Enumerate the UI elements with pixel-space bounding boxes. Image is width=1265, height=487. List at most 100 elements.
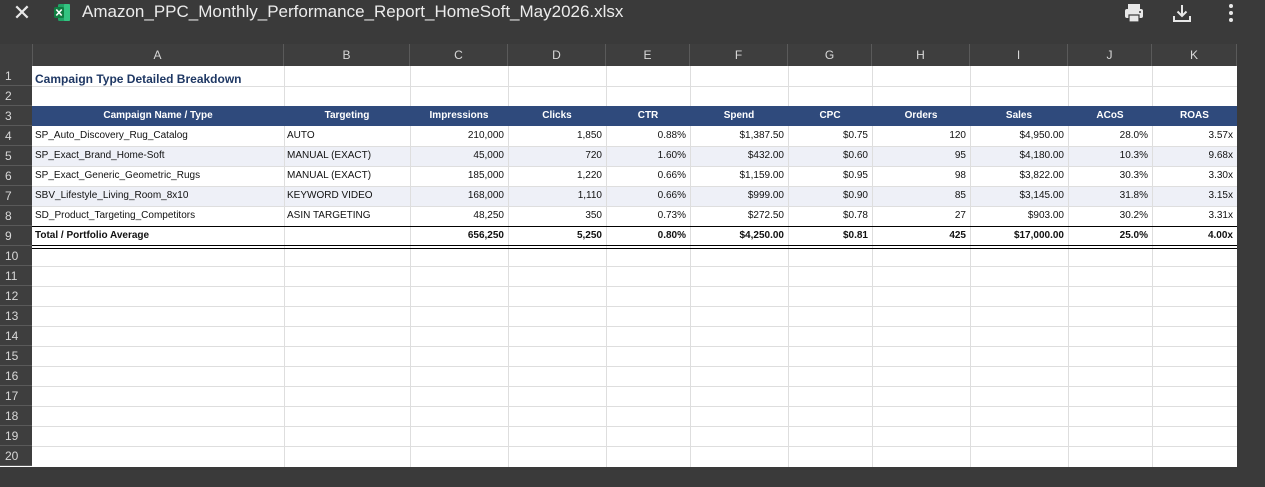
cell-roas[interactable]: 3.30x [1152, 166, 1237, 186]
cell-cpc[interactable]: $0.90 [788, 186, 872, 206]
column-header-b[interactable]: B [284, 44, 410, 66]
row-header-6[interactable]: 6 [0, 166, 32, 186]
cell-acos[interactable]: 31.8% [1068, 186, 1152, 206]
cell-campaign[interactable]: SP_Exact_Generic_Geometric_Rugs [32, 166, 284, 186]
close-icon[interactable]: ✕ [10, 2, 34, 26]
cell-ctr[interactable]: 0.66% [606, 186, 690, 206]
cell-orders[interactable]: 95 [872, 146, 970, 166]
spreadsheet-grid[interactable]: A B C D E F G H I J K 1 2 3 4 5 6 7 8 9 … [0, 44, 1237, 467]
cell-sales[interactable]: $903.00 [970, 206, 1068, 226]
cell-spend[interactable]: $1,159.00 [690, 166, 788, 186]
cell-sales[interactable]: $3,822.00 [970, 166, 1068, 186]
row-header-5[interactable]: 5 [0, 146, 32, 166]
cell-cpc[interactable]: $0.75 [788, 126, 872, 146]
cell-sales[interactable]: $3,145.00 [970, 186, 1068, 206]
header-impressions[interactable]: Impressions [410, 106, 508, 126]
column-header-i[interactable]: I [970, 44, 1068, 66]
cell-acos[interactable]: 28.0% [1068, 126, 1152, 146]
header-roas[interactable]: ROAS [1152, 106, 1237, 126]
row-header-8[interactable]: 8 [0, 206, 32, 226]
header-sales[interactable]: Sales [970, 106, 1068, 126]
cell-roas[interactable]: 3.31x [1152, 206, 1237, 226]
row-header-11[interactable]: 11 [0, 266, 32, 286]
download-icon[interactable] [1171, 2, 1193, 24]
row-header-9[interactable]: 9 [0, 226, 32, 246]
row-header-12[interactable]: 12 [0, 286, 32, 306]
cell-clicks[interactable]: 1,110 [508, 186, 606, 206]
cell-impressions[interactable]: 45,000 [410, 146, 508, 166]
cell-spend[interactable]: $999.00 [690, 186, 788, 206]
column-header-d[interactable]: D [508, 44, 606, 66]
header-cpc[interactable]: CPC [788, 106, 872, 126]
header-targeting[interactable]: Targeting [284, 106, 410, 126]
print-icon[interactable] [1123, 2, 1145, 24]
cell-ctr[interactable]: 1.60% [606, 146, 690, 166]
row-header-7[interactable]: 7 [0, 186, 32, 206]
total-clicks[interactable]: 5,250 [508, 226, 606, 246]
cell-orders[interactable]: 98 [872, 166, 970, 186]
cell-cpc[interactable]: $0.60 [788, 146, 872, 166]
column-header-h[interactable]: H [872, 44, 970, 66]
row-header-15[interactable]: 15 [0, 346, 32, 366]
column-header-e[interactable]: E [606, 44, 690, 66]
cell-clicks[interactable]: 1,220 [508, 166, 606, 186]
cell-impressions[interactable]: 168,000 [410, 186, 508, 206]
total-orders[interactable]: 425 [872, 226, 970, 246]
cell-campaign[interactable]: SP_Exact_Brand_Home-Soft [32, 146, 284, 166]
cell-targeting[interactable]: MANUAL (EXACT) [284, 146, 410, 166]
row-header-19[interactable]: 19 [0, 426, 32, 446]
column-header-g[interactable]: G [788, 44, 872, 66]
total-sales[interactable]: $17,000.00 [970, 226, 1068, 246]
cell-spend[interactable]: $432.00 [690, 146, 788, 166]
cell-targeting[interactable]: ASIN TARGETING [284, 206, 410, 226]
header-campaign[interactable]: Campaign Name / Type [32, 106, 284, 126]
row-header-18[interactable]: 18 [0, 406, 32, 426]
cell-clicks[interactable]: 350 [508, 206, 606, 226]
cell-sales[interactable]: $4,180.00 [970, 146, 1068, 166]
row-header-10[interactable]: 10 [0, 246, 32, 266]
column-header-f[interactable]: F [690, 44, 788, 66]
row-header-4[interactable]: 4 [0, 126, 32, 146]
row-header-13[interactable]: 13 [0, 306, 32, 326]
row-header-2[interactable]: 2 [0, 86, 32, 106]
cell-ctr[interactable]: 0.66% [606, 166, 690, 186]
header-ctr[interactable]: CTR [606, 106, 690, 126]
total-spend[interactable]: $4,250.00 [690, 226, 788, 246]
cell-orders[interactable]: 120 [872, 126, 970, 146]
cell-roas[interactable]: 3.57x [1152, 126, 1237, 146]
total-cpc[interactable]: $0.81 [788, 226, 872, 246]
column-header-a[interactable]: A [32, 44, 284, 66]
cell-impressions[interactable]: 185,000 [410, 166, 508, 186]
cell-targeting[interactable]: AUTO [284, 126, 410, 146]
cell-spend[interactable]: $1,387.50 [690, 126, 788, 146]
cell-ctr[interactable]: 0.88% [606, 126, 690, 146]
column-header-k[interactable]: K [1152, 44, 1237, 66]
header-clicks[interactable]: Clicks [508, 106, 606, 126]
row-header-3[interactable]: 3 [0, 106, 32, 126]
cell-sales[interactable]: $4,950.00 [970, 126, 1068, 146]
row-header-1[interactable]: 1 [0, 66, 32, 86]
total-label[interactable]: Total / Portfolio Average [32, 226, 284, 246]
cell-targeting[interactable]: KEYWORD VIDEO [284, 186, 410, 206]
row-header-16[interactable]: 16 [0, 366, 32, 386]
more-vertical-icon[interactable] [1220, 2, 1242, 24]
header-orders[interactable]: Orders [872, 106, 970, 126]
cell-clicks[interactable]: 720 [508, 146, 606, 166]
cell-acos[interactable]: 10.3% [1068, 146, 1152, 166]
cell-cpc[interactable]: $0.78 [788, 206, 872, 226]
total-acos[interactable]: 25.0% [1068, 226, 1152, 246]
select-all-corner[interactable] [0, 44, 33, 66]
cell-clicks[interactable]: 1,850 [508, 126, 606, 146]
row-header-20[interactable]: 20 [0, 446, 32, 466]
sheet-title[interactable]: Campaign Type Detailed Breakdown [35, 69, 242, 89]
cell-orders[interactable]: 27 [872, 206, 970, 226]
cell-campaign[interactable]: SP_Auto_Discovery_Rug_Catalog [32, 126, 284, 146]
cell-campaign[interactable]: SBV_Lifestyle_Living_Room_8x10 [32, 186, 284, 206]
cell-acos[interactable]: 30.3% [1068, 166, 1152, 186]
cell-targeting[interactable]: MANUAL (EXACT) [284, 166, 410, 186]
column-header-c[interactable]: C [410, 44, 508, 66]
cell-spend[interactable]: $272.50 [690, 206, 788, 226]
cell-acos[interactable]: 30.2% [1068, 206, 1152, 226]
cell-impressions[interactable]: 210,000 [410, 126, 508, 146]
row-header-14[interactable]: 14 [0, 326, 32, 346]
